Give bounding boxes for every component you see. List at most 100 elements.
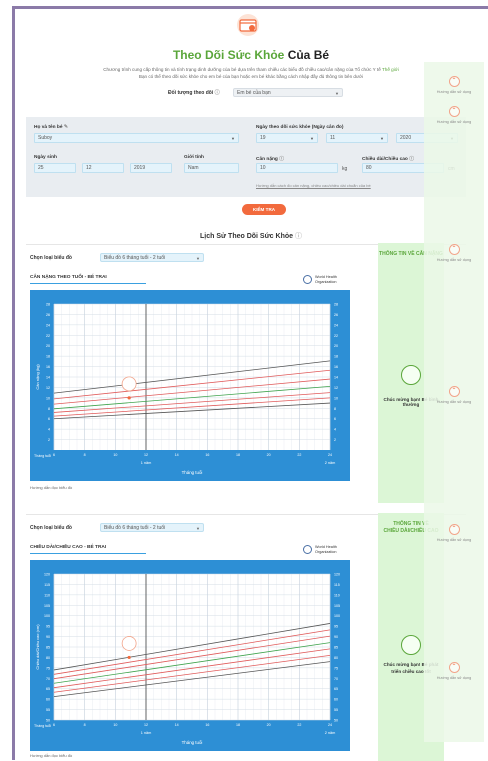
who-logo-icon [303,545,312,554]
tracking-day-select[interactable]: 19 ▼ [256,133,318,143]
page-description: Chương trình cung cấp thông tin và tính … [46,66,456,80]
y-tick-label: 50 [46,719,50,723]
y-tick-label: 2 [48,438,50,442]
y-tick-label: 16 [334,365,338,369]
chart1-frame: 2 2 4 4 6 6 8 8 10 10 12 12 14 14 16 16 18 18 20 20 22 22 24 24… [30,290,350,481]
chart1-type-select[interactable]: Biểu đồ 6 tháng tuổi - 2 tuổi ▼ [100,253,204,262]
name-field[interactable]: Suboy ▼ [34,133,239,143]
weight-chart: 2 24 46 68 810 1012 1214 1416 1618 1820 2022 2224 24… [34,303,338,476]
dob-day-field[interactable]: 25 [34,163,76,173]
history-title: Lịch Sử Theo Dõi Sức Khỏe ⓘ [18,231,484,241]
weight-field[interactable]: 10 [256,163,338,173]
dob-label: Ngày sinh [34,155,57,160]
measure-guide-link[interactable]: Hướng dẫn cách đo cân nặng, chiều cao/ch… [256,183,371,188]
chart2-select-value: Biểu đồ 6 tháng tuổi - 2 tuổi [104,525,166,531]
help-button[interactable]: ⌃ Hướng dẫn sử dụng [424,76,484,94]
tracking-date-label: Ngày theo dõi sức khỏe (Ngày cân đo) [256,125,344,130]
y-tick-label: 100 [334,614,340,618]
weight-unit: kg [342,166,348,172]
weight-label: Cân nặng ⓘ [256,155,284,162]
help-button[interactable]: ⌃ Hướng dẫn sử dụng [424,662,484,680]
x-tick-label: 14 [175,723,179,727]
help-text: Hướng dẫn sử dụng [436,538,472,542]
year-2-label: 2 năm [325,461,336,465]
y-tick-label: 75 [46,666,50,670]
y-axis-label: Chiều dài/Chiều cao (cm) [35,624,40,670]
y-tick-label: 85 [46,646,50,650]
y-tick-label: 26 [46,313,50,317]
y-tick-label: 4 [334,428,336,432]
data-point [127,396,131,400]
y-tick-label: 22 [46,334,50,338]
y-tick-label: 24 [46,323,50,327]
x-tick-label: 6 [53,453,55,457]
y-tick-label: 85 [334,646,338,650]
help-button[interactable]: ⌃ Hướng dẫn sử dụng [424,524,484,542]
x-tick-label: 22 [297,453,301,457]
tracking-day-value: 19 [260,135,266,141]
y-tick-label: 120 [44,573,50,577]
gender-field[interactable]: Nam [184,163,239,173]
chart1-subtitle-underline [30,283,146,284]
help-text: Hướng dẫn sử dụng [436,400,472,404]
x-tick-label: 16 [205,723,209,727]
target-label-text: Đối tượng theo dõi [168,90,214,96]
y-tick-label: 14 [46,376,50,380]
description-text-2: Bạn có thể theo dõi sức khỏe cho em bé c… [138,74,364,79]
year-1-label: 1 năm [141,461,152,465]
help-text: Hướng dẫn sử dụng [436,676,472,680]
x-tick-label: 24 [328,723,332,727]
chart2-guide-link[interactable]: Hướng dẫn đọc biểu đồ [30,753,72,758]
gender-label: Giới tính [184,155,204,160]
y-tick-label: 115 [334,583,340,587]
dob-year-field[interactable]: 2019 [130,163,172,173]
page-title: Theo Dõi Sức Khỏe Của Bé [18,48,484,62]
measurement-marker [121,636,137,651]
data-point [127,655,131,660]
tracking-month-select[interactable]: 11 ▼ [326,133,388,143]
who-line-1: World Health [315,275,337,279]
info-icon: ⓘ [294,233,302,240]
weight-label-text: Cân nặng [256,157,278,162]
y-tick-label: 12 [334,386,338,390]
x-tick-label: 6 [53,723,55,727]
x-axis-label: Tháng tuổi [182,470,203,475]
edit-icon: ✎ [63,125,68,130]
y-tick-label: 70 [334,677,338,681]
x-tick-label: 16 [205,453,209,457]
window-top-border [12,6,488,9]
description-text-1: Chương trình cung cấp thông tin và tính … [103,67,381,72]
chart2-type-select[interactable]: Biểu đồ 6 tháng tuổi - 2 tuổi ▼ [100,523,204,532]
y-tick-label: 120 [334,573,340,577]
name-field-value: Suboy [38,135,53,141]
who-line-2: Organization [315,279,337,284]
y-tick-label: 10 [46,396,50,400]
who-line-1: World Health [315,545,337,549]
dob-month-field[interactable]: 12 [82,163,124,173]
help-button[interactable]: ⌃ Hướng dẫn sử dụng [424,386,484,404]
chevron-down-icon: ▼ [196,256,200,261]
help-button[interactable]: ⌃ Hướng dẫn sử dụng [424,106,484,124]
tracking-year-value: 2020 [400,135,412,141]
target-select[interactable]: Em bé của bạn ▼ [233,88,343,97]
chart1-guide-link[interactable]: Hướng dẫn đọc biểu đồ [30,485,72,490]
height-label: Chiều dài/Chiều cao ⓘ [362,155,414,162]
y-tick-label: 105 [334,604,340,608]
who-link[interactable]: Thế giới [382,67,399,72]
x-tick-label: 24 [328,453,332,457]
y-tick-label: 10 [334,396,338,400]
y-tick-label: 75 [334,666,338,670]
info-icon: ⓘ [214,90,220,96]
y-tick-label: 55 [334,708,338,712]
check-button[interactable]: KIỂM TRA [242,204,286,215]
year-1-label: 1 năm [141,731,152,735]
help-button[interactable]: ⌃ Hướng dẫn sử dụng [424,244,484,262]
x-tick-label: 20 [267,723,271,727]
y-tick-label: 6 [48,417,50,421]
chart2-select-label: Chọn loại biểu đồ [30,525,72,531]
y-tick-label: 95 [334,625,338,629]
y-tick-label: 28 [46,303,50,307]
baby-face-icon [401,365,421,385]
help-text: Hướng dẫn sử dụng [436,258,472,262]
x-tick-label: 8 [84,723,86,727]
